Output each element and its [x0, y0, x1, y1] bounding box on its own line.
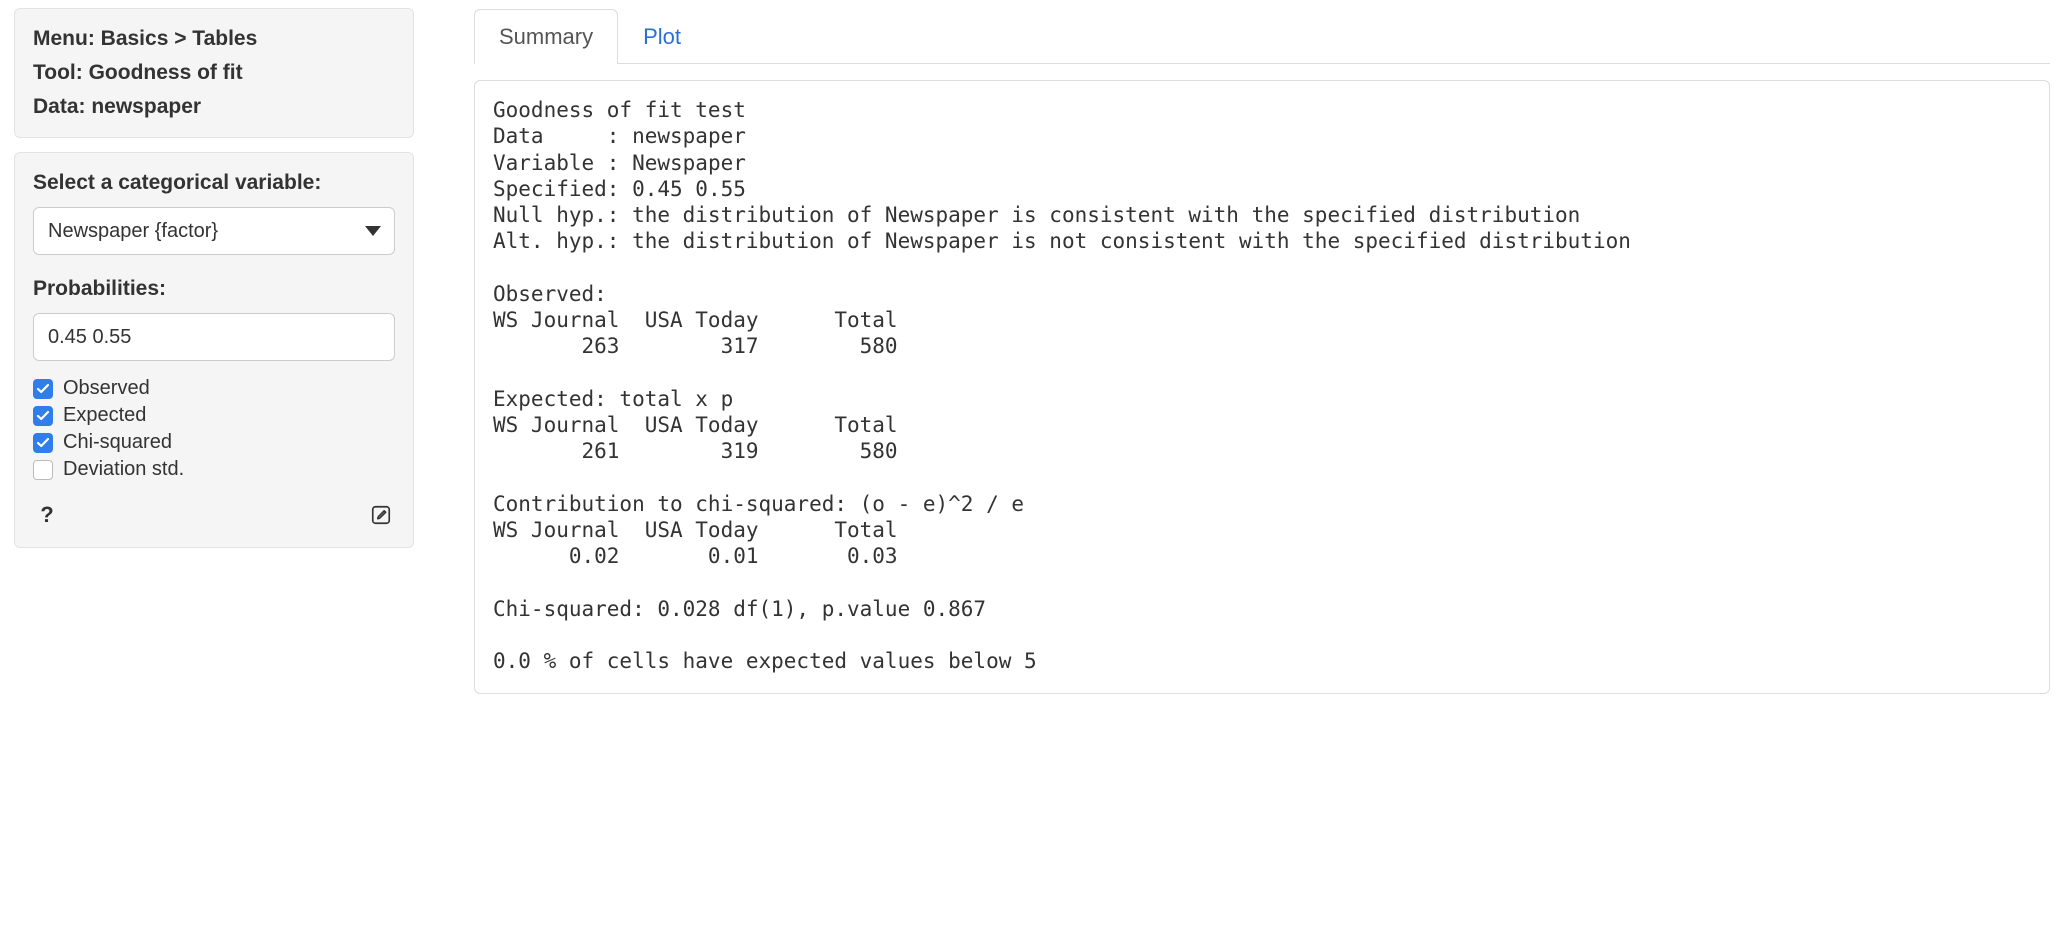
tab-summary[interactable]: Summary — [474, 9, 618, 64]
variable-select-label: Select a categorical variable: — [33, 171, 395, 195]
edit-icon[interactable] — [367, 501, 395, 529]
controls-panel: Select a categorical variable: Newspaper… — [14, 152, 414, 548]
data-label: Data: newspaper — [33, 95, 395, 119]
output-specified-label: Specified: — [493, 177, 619, 201]
help-icon[interactable]: ? — [33, 501, 61, 529]
output-below5-line: 0.0 % of cells have expected values belo… — [493, 649, 1037, 673]
tab-bar: Summary Plot — [474, 8, 2050, 64]
main-content: Summary Plot Goodness of fit test Data :… — [474, 8, 2050, 694]
checkbox-icon — [33, 379, 53, 399]
checkbox-label: Observed — [63, 377, 150, 400]
probabilities-input[interactable] — [33, 313, 395, 361]
output-expected-headers: WS Journal USA Today Total — [493, 413, 898, 437]
output-expected-values: 261 319 580 — [493, 439, 898, 463]
sidebar: Menu: Basics > Tables Tool: Goodness of … — [14, 8, 414, 562]
checkbox-group: Observed Expected Chi-squared — [33, 377, 395, 481]
output-expected-heading: Expected: total x p — [493, 387, 733, 411]
output-null-hyp: Null hyp.: the distribution of Newspaper… — [493, 203, 1580, 227]
output-data-value: newspaper — [632, 124, 746, 148]
output-specified-value: 0.45 0.55 — [632, 177, 746, 201]
output-contrib-headers: WS Journal USA Today Total — [493, 518, 898, 542]
output-contrib-values: 0.02 0.01 0.03 — [493, 544, 898, 568]
info-panel: Menu: Basics > Tables Tool: Goodness of … — [14, 8, 414, 138]
output-chisq-line: Chi-squared: 0.028 df(1), p.value 0.867 — [493, 597, 986, 621]
menu-breadcrumb: Menu: Basics > Tables — [33, 27, 395, 51]
tool-label: Tool: Goodness of fit — [33, 61, 395, 85]
variable-select-value: Newspaper {factor} — [48, 220, 218, 243]
output-alt-hyp: Alt. hyp.: the distribution of Newspaper… — [493, 229, 1631, 253]
checkbox-icon — [33, 406, 53, 426]
checkbox-devstd[interactable]: Deviation std. — [33, 458, 395, 481]
checkbox-label: Deviation std. — [63, 458, 184, 481]
output-observed-values: 263 317 580 — [493, 334, 898, 358]
output-contrib-heading: Contribution to chi-squared: (o - e)^2 /… — [493, 492, 1024, 516]
probabilities-label: Probabilities: — [33, 277, 395, 301]
checkbox-label: Chi-squared — [63, 431, 172, 454]
output-observed-heading: Observed: — [493, 282, 607, 306]
output-variable-label: Variable : — [493, 151, 619, 175]
checkbox-expected[interactable]: Expected — [33, 404, 395, 427]
checkbox-label: Expected — [63, 404, 146, 427]
checkbox-observed[interactable]: Observed — [33, 377, 395, 400]
output-data-label: Data : — [493, 124, 619, 148]
checkbox-icon — [33, 433, 53, 453]
output-title: Goodness of fit test — [493, 98, 746, 122]
tab-plot[interactable]: Plot — [618, 9, 706, 64]
output-observed-headers: WS Journal USA Today Total — [493, 308, 898, 332]
output-variable-value: Newspaper — [632, 151, 746, 175]
checkbox-chisq[interactable]: Chi-squared — [33, 431, 395, 454]
output-panel: Goodness of fit test Data : newspaper Va… — [474, 80, 2050, 694]
variable-select[interactable]: Newspaper {factor} — [33, 207, 395, 255]
checkbox-icon — [33, 460, 53, 480]
